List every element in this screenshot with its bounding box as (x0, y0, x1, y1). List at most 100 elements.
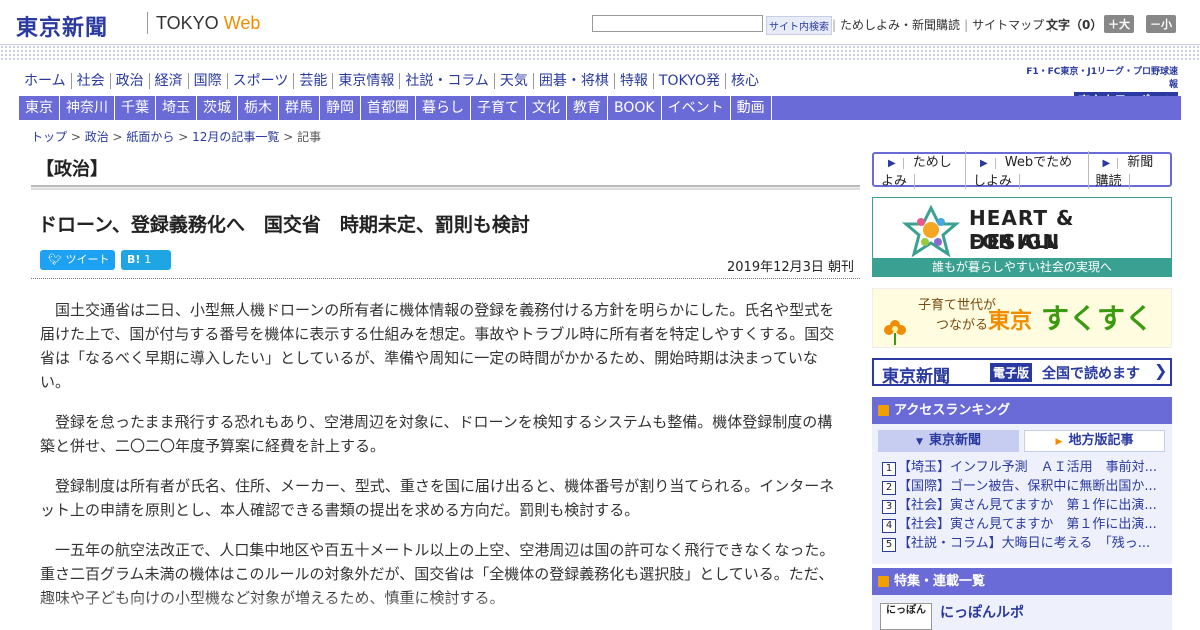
breadcrumb: トップ > 政治 > 紙面から > 12月の記事一覧 > 記事 (31, 130, 322, 144)
ranking-tab-tokyo-label: 東京新聞 (928, 433, 981, 448)
link-subscribe[interactable]: ▶ 新聞購読 (1089, 151, 1170, 189)
subscription-links: ▶ ためしよみ ▶ Webでためしよみ ▶ 新聞購読 (872, 150, 1172, 189)
header-link-subscribe[interactable]: ためしよみ・新聞購読 (840, 18, 960, 32)
nav-entertainment[interactable]: 芸能 (294, 73, 334, 89)
nav-international[interactable]: 国際 (188, 73, 228, 89)
twitter-bird-icon: 🐦︎ (48, 253, 62, 266)
sukusuku-line2: つながる (936, 318, 989, 333)
nav-home[interactable]: ホーム (19, 73, 72, 89)
hatena-bookmark-button[interactable]: B! 1 (121, 250, 171, 270)
breadcrumb-print[interactable]: 紙面から (126, 130, 174, 144)
chunichi-tagline: F1・FC東京・J1リーグ・プロ野球速報 (1026, 67, 1178, 90)
triangle-right-icon: ▶ (1095, 157, 1119, 169)
subnav-ibaraki[interactable]: 茨城 (197, 96, 238, 120)
subnav-kosodate[interactable]: 子育て (471, 96, 526, 120)
sukusuku-tagline: 子育て世代が つながる (918, 296, 996, 336)
nav-tokyo-hatsu[interactable]: TOKYO発 (653, 73, 726, 89)
section-bullet-icon (878, 576, 889, 587)
subnav-tochigi[interactable]: 栃木 (238, 96, 279, 120)
heart-design-caption: 誰もが暮らしやすい社会の実現へ (873, 258, 1171, 276)
section-bullet-icon (878, 405, 889, 416)
font-bigger-button[interactable]: ＋大 (1104, 15, 1134, 33)
flower-icon (884, 320, 906, 345)
breadcrumb-month-list[interactable]: 12月の記事一覧 (192, 130, 279, 144)
nav-sports[interactable]: スポーツ (227, 73, 295, 89)
ranking-item[interactable]: 1 【埼玉】インフル予測 ＡＩ活用 事前対... (882, 458, 1167, 477)
section-title: 【政治】 (36, 159, 108, 180)
nav-kakushin[interactable]: 核心 (726, 73, 764, 89)
ranking-item[interactable]: 2 【国際】ゴーン被告、保釈中に無断出国か... (882, 477, 1167, 496)
nav-tokyo-info[interactable]: 東京情報 (333, 73, 401, 89)
tweet-label: ツイート (65, 253, 110, 266)
site-search-button[interactable]: サイト内検索 (766, 16, 832, 35)
ranking-number: 5 (882, 538, 896, 552)
nippon-rupo-link[interactable]: にっぽんルポ (940, 602, 1024, 622)
breadcrumb-top[interactable]: トップ (31, 130, 67, 144)
nav-economy[interactable]: 経済 (149, 73, 189, 89)
nav-tokuho[interactable]: 特報 (614, 73, 654, 89)
heart-design-logo-icon (901, 204, 961, 258)
article-headline: ドローン、登録義務化へ 国交省 時期未定、罰則も検討 (38, 214, 530, 236)
nav-society[interactable]: 社会 (71, 73, 111, 89)
ranking-number: 4 (882, 519, 896, 533)
tokyo-web-logo[interactable]: TOKYO Web (156, 13, 260, 34)
subnav-kurashi[interactable]: 暮らし (416, 96, 471, 120)
article-body: 国土交通省は二日、小型無人機ドローンの所有者に機体情報の登録を義務付ける方針を明… (40, 298, 845, 626)
subnav-saitama[interactable]: 埼玉 (156, 96, 197, 120)
subnav-tokyo[interactable]: 東京 (19, 96, 60, 120)
subnav-shizuoka[interactable]: 静岡 (320, 96, 361, 120)
subnav-chiba[interactable]: 千葉 (115, 96, 156, 120)
nippon-rupo-thumbnail[interactable]: にっぽん (880, 603, 932, 630)
subnav-video[interactable]: 動画 (731, 96, 772, 120)
triangle-down-icon: ▼ (916, 437, 923, 447)
header-pattern-strip (0, 44, 1200, 62)
ranking-item[interactable]: 4 【社会】寅さん見てますか 第１作に出演... (882, 515, 1167, 534)
ranking-item[interactable]: 3 【社会】寅さん見てますか 第１作に出演... (882, 496, 1167, 515)
sukusuku-city: 東京 (988, 309, 1033, 334)
ranking-tab-regional[interactable]: ▶ 地方版記事 (1024, 430, 1165, 452)
nav-editorial[interactable]: 社説・コラム (400, 73, 495, 89)
subnav-shutoken[interactable]: 首都圏 (361, 96, 416, 120)
digital-edition-text: 全国で読めます (1042, 366, 1140, 382)
ranking-item-text: 【埼玉】インフル予測 ＡＩ活用 事前対... (898, 460, 1158, 475)
logo-divider (147, 12, 148, 34)
ranking-item[interactable]: 5 【社説・コラム】大晦日に考える 「残っ... (882, 534, 1167, 553)
hatena-count: 1 (144, 253, 152, 266)
chevron-right-icon: ❯ (1154, 361, 1168, 380)
subnav-bunka[interactable]: 文化 (526, 96, 567, 120)
tweet-button[interactable]: 🐦︎ ツイート (40, 250, 115, 270)
search-input[interactable] (592, 15, 763, 32)
font-smaller-button[interactable]: －小 (1146, 15, 1176, 33)
ranking-number: 3 (882, 500, 896, 514)
article-paragraph: 登録を怠ったまま飛行する恐れもあり、空港周辺を対象に、ドローンを検知するシステム… (40, 413, 833, 455)
article-fade-overlay (31, 592, 860, 630)
subnav-book[interactable]: BOOK (608, 96, 662, 120)
link-web-tameshiyomi[interactable]: ▶ Webでためしよみ (966, 150, 1089, 189)
ranking-header: アクセスランキング (872, 397, 1172, 424)
subnav-kyoiku[interactable]: 教育 (567, 96, 608, 120)
sukusuku-banner[interactable]: 子育て世代が つながる 東京 すくすく (872, 288, 1172, 348)
ranking-tab-tokyo[interactable]: ▼ 東京新聞 (878, 430, 1019, 452)
nav-weather[interactable]: 天気 (494, 73, 534, 89)
ranking-number: 1 (882, 462, 896, 476)
logo-web-text: Web (223, 13, 261, 33)
subnav-event[interactable]: イベント (662, 96, 731, 120)
triangle-right-icon: ▶ (1055, 437, 1063, 447)
features-header: 特集・連載一覧 (872, 568, 1172, 595)
page: 東京新聞 TOKYO Web サイト内検索 | ためしよみ・新聞購読 | サイトマップ… (0, 0, 1200, 630)
breadcrumb-politics[interactable]: 政治 (85, 130, 109, 144)
ranking-title: アクセスランキング (894, 403, 1010, 418)
font-size-label: 文字（0） (1046, 18, 1103, 32)
subnav-gunma[interactable]: 群馬 (279, 96, 320, 120)
heart-design-banner[interactable]: HEART & DESIGN FOR ALL 誰もが暮らしやすい社会の実現へ (872, 197, 1172, 277)
nav-politics[interactable]: 政治 (110, 73, 150, 89)
digital-edition-banner[interactable]: 東京新聞 電子版 全国で読めます ❯ (872, 358, 1172, 387)
features-title: 特集・連載一覧 (894, 574, 986, 589)
site-logo[interactable]: 東京新聞 (16, 10, 108, 42)
link-tameshiyomi[interactable]: ▶ ためしよみ (874, 150, 967, 189)
subnav-kanagawa[interactable]: 神奈川 (60, 96, 115, 120)
header-link-sitemap[interactable]: サイトマップ (972, 18, 1044, 32)
hatena-label: B! (127, 253, 141, 266)
nav-go-shogi[interactable]: 囲碁・将棋 (533, 73, 615, 89)
logo-sub-text: TOKYO (156, 13, 219, 33)
